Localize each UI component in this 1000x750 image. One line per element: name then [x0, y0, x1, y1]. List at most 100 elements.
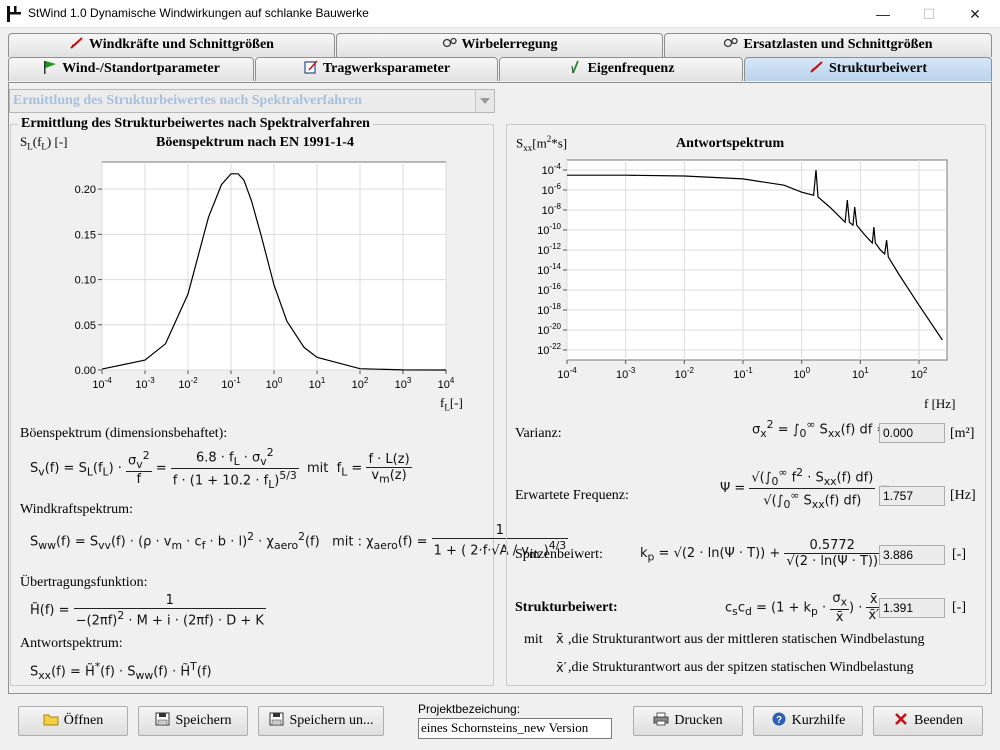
- y-tick-label: 0.10: [75, 275, 96, 287]
- uebertragung-formula: H̃(f) = 1 −(2πf)2 · M + i · (2πf) · D + K: [30, 593, 266, 629]
- left-chart-ylabel: SL(fL) [-]: [20, 134, 68, 152]
- x-tick-label: 101: [309, 376, 326, 391]
- boen-formula: Sv(f) = SL(fL) · σv2 f = 6.8 · fL · σv2 f …: [30, 446, 412, 491]
- y-tick-label: 0.05: [75, 320, 96, 332]
- tab-windkraefte[interactable]: Windkräfte und Schnittgrößen: [8, 33, 335, 57]
- left-group-title: Ermittlung des Strukturbeiwertes nach Sp…: [18, 116, 373, 132]
- struktur-formula: cscd = (1 + kp · σxx̄) · x̄x̄′ =: [725, 591, 896, 625]
- frequenz-unit: [Hz]: [950, 488, 976, 503]
- boen-label: Böenspektrum (dimensionsbehaftet):: [20, 426, 228, 441]
- y-tick-label: 10-8: [542, 202, 562, 217]
- window-title: StWind 1.0 Dynamische Windwirkungen auf …: [28, 6, 369, 20]
- tab-eigenfrequenz[interactable]: Eigenfrequenz: [499, 57, 743, 81]
- note-peak: ,die Strukturantwort aus der spitzen sta…: [568, 660, 914, 675]
- struktur-field[interactable]: 1.391: [879, 598, 945, 618]
- struktur-unit: [-]: [952, 600, 966, 615]
- save-as-button[interactable]: Speichern un...: [258, 706, 384, 736]
- close-button[interactable]: ✕: [952, 0, 998, 28]
- pen-icon: [70, 37, 83, 49]
- y-tick-label: 10-6: [542, 182, 562, 197]
- chevron-down-icon[interactable]: [475, 90, 494, 112]
- windkraft-formula: Sww(f) = Svv(f) · (ρ · vm · cf · b · l)2…: [30, 523, 569, 561]
- xbar-symbol: x̄: [556, 632, 564, 647]
- x-tick-label: 10-2: [178, 376, 198, 391]
- varianz-unit: [m²]: [950, 426, 975, 441]
- x-tick-label: 102: [911, 366, 928, 381]
- spitzen-label: Spitzenbeiwert:: [515, 547, 603, 562]
- frequenz-formula: Ψ = √(∫0∞ f2 · Sxx(f) df) √(∫0∞ Sxx(f) df…: [720, 466, 890, 511]
- print-button[interactable]: Drucken: [633, 706, 743, 736]
- x-tick-label: 10-4: [557, 366, 577, 381]
- antwort-label: Antwortspektrum:: [20, 636, 123, 651]
- x-tick-label: 10-3: [135, 376, 155, 391]
- right-chart-title: Antwortspektrum: [676, 136, 785, 151]
- tab-strukturbeiwert[interactable]: Strukturbeiwert: [744, 57, 992, 81]
- y-tick-label: 10-22: [537, 342, 561, 357]
- method-select[interactable]: Ermittlung des Strukturbeiwertes nach Sp…: [9, 89, 495, 113]
- spitzen-field[interactable]: 3.886: [879, 545, 945, 565]
- frequenz-label: Erwartete Frequenz:: [515, 488, 629, 503]
- minimize-button[interactable]: —: [860, 0, 906, 28]
- x-tick-label: 100: [266, 376, 283, 391]
- y-tick-label: 10-20: [537, 322, 561, 337]
- y-tick-label: 0.15: [75, 229, 96, 241]
- boenspektrum-chart: 10-4 10-3 10-2 10-1 100 101 102 103 104 0.00 0.05 0…: [75, 161, 455, 391]
- x-tick-label: 100: [793, 366, 810, 381]
- open-button[interactable]: Öffnen: [18, 706, 128, 736]
- antwort-formula: Sxx(f) = H̃*(f) · Sww(f) · H̃T(f): [30, 660, 212, 682]
- y-tick-label: 0.20: [75, 184, 96, 196]
- vortex-icon: [442, 37, 457, 48]
- app-logo-icon: [7, 6, 21, 22]
- y-tick-label: 10-4: [542, 162, 562, 177]
- varianz-formula: σx2 = ∫0∞ Sxx(f) df =: [752, 418, 888, 440]
- project-name-field[interactable]: eines Schornsteins_new Version: [418, 718, 612, 739]
- method-select-value: Ermittlung des Strukturbeiwertes nach Sp…: [13, 93, 362, 108]
- floppy-icon: [269, 712, 283, 726]
- tab-ersatzlasten[interactable]: Ersatzlasten und Schnittgrößen: [664, 33, 992, 57]
- tab-tragwerksparameter[interactable]: Tragwerksparameter: [255, 57, 498, 81]
- help-button[interactable]: ? Kurzhilfe: [753, 706, 863, 736]
- title-bar: StWind 1.0 Dynamische Windwirkungen auf …: [0, 0, 1000, 28]
- x-tick-label: 10-1: [221, 376, 241, 391]
- right-chart-xlabel: f [Hz]: [924, 396, 956, 411]
- x-tick-label: 101: [852, 366, 869, 381]
- left-chart-title: Böenspektrum nach EN 1991-1-4: [156, 135, 354, 150]
- spitzen-formula: kp = √(2 · ln(Ψ · T)) + 0.5772 √(2 · ln(Ψ…: [640, 538, 895, 569]
- close-icon: [895, 713, 907, 725]
- x-tick-label: 10-3: [616, 366, 636, 381]
- mit-label: mit: [524, 632, 543, 647]
- varianz-field[interactable]: 0.000: [879, 423, 945, 443]
- maximize-button[interactable]: ☐: [906, 0, 952, 28]
- frequenz-field[interactable]: 1.757: [879, 486, 945, 506]
- spitzen-unit: [-]: [952, 547, 966, 562]
- project-label: Projektbezeichung:: [418, 702, 521, 716]
- folder-icon: [43, 714, 59, 726]
- antwortspektrum-chart: 10-4 10-3 10-2 10-1 100 101 102 10-4 10-6 10-8 10-…: [537, 159, 948, 381]
- y-tick-label: 10-14: [537, 262, 561, 277]
- svg-text:?: ?: [776, 715, 782, 726]
- pen-icon: [810, 61, 823, 73]
- exit-button[interactable]: Beenden: [873, 706, 983, 736]
- struktur-label: Strukturbeiwert:: [515, 600, 618, 615]
- vortex-icon: [724, 37, 739, 48]
- notepad-icon: [304, 60, 318, 74]
- y-tick-label: 10-18: [537, 302, 561, 317]
- right-chart-ylabel: Sxx[m2*s]: [516, 134, 568, 153]
- save-button[interactable]: Speichern: [138, 706, 248, 736]
- floppy-icon: [155, 712, 169, 726]
- x-tick-label: 10-2: [675, 366, 695, 381]
- flag-icon: [44, 61, 57, 74]
- tab-wind-standort[interactable]: Wind-/Standortparameter: [8, 57, 254, 81]
- windkraft-label: Windkraftspektrum:: [20, 502, 133, 517]
- y-tick-label: 10-16: [537, 282, 561, 297]
- y-tick-label: 0.00: [75, 365, 96, 377]
- x-tick-label: 10-1: [733, 366, 753, 381]
- left-chart-xlabel: fL[-]: [440, 395, 463, 413]
- tab-wirbelerregung[interactable]: Wirbelerregung: [336, 33, 663, 57]
- x-tick-label: 103: [395, 376, 412, 391]
- printer-icon: [653, 712, 669, 726]
- xbar-peak-symbol: x̄′: [556, 661, 567, 676]
- help-icon: ?: [772, 712, 786, 726]
- y-tick-label: 10-10: [537, 222, 561, 237]
- x-tick-label: 102: [352, 376, 369, 391]
